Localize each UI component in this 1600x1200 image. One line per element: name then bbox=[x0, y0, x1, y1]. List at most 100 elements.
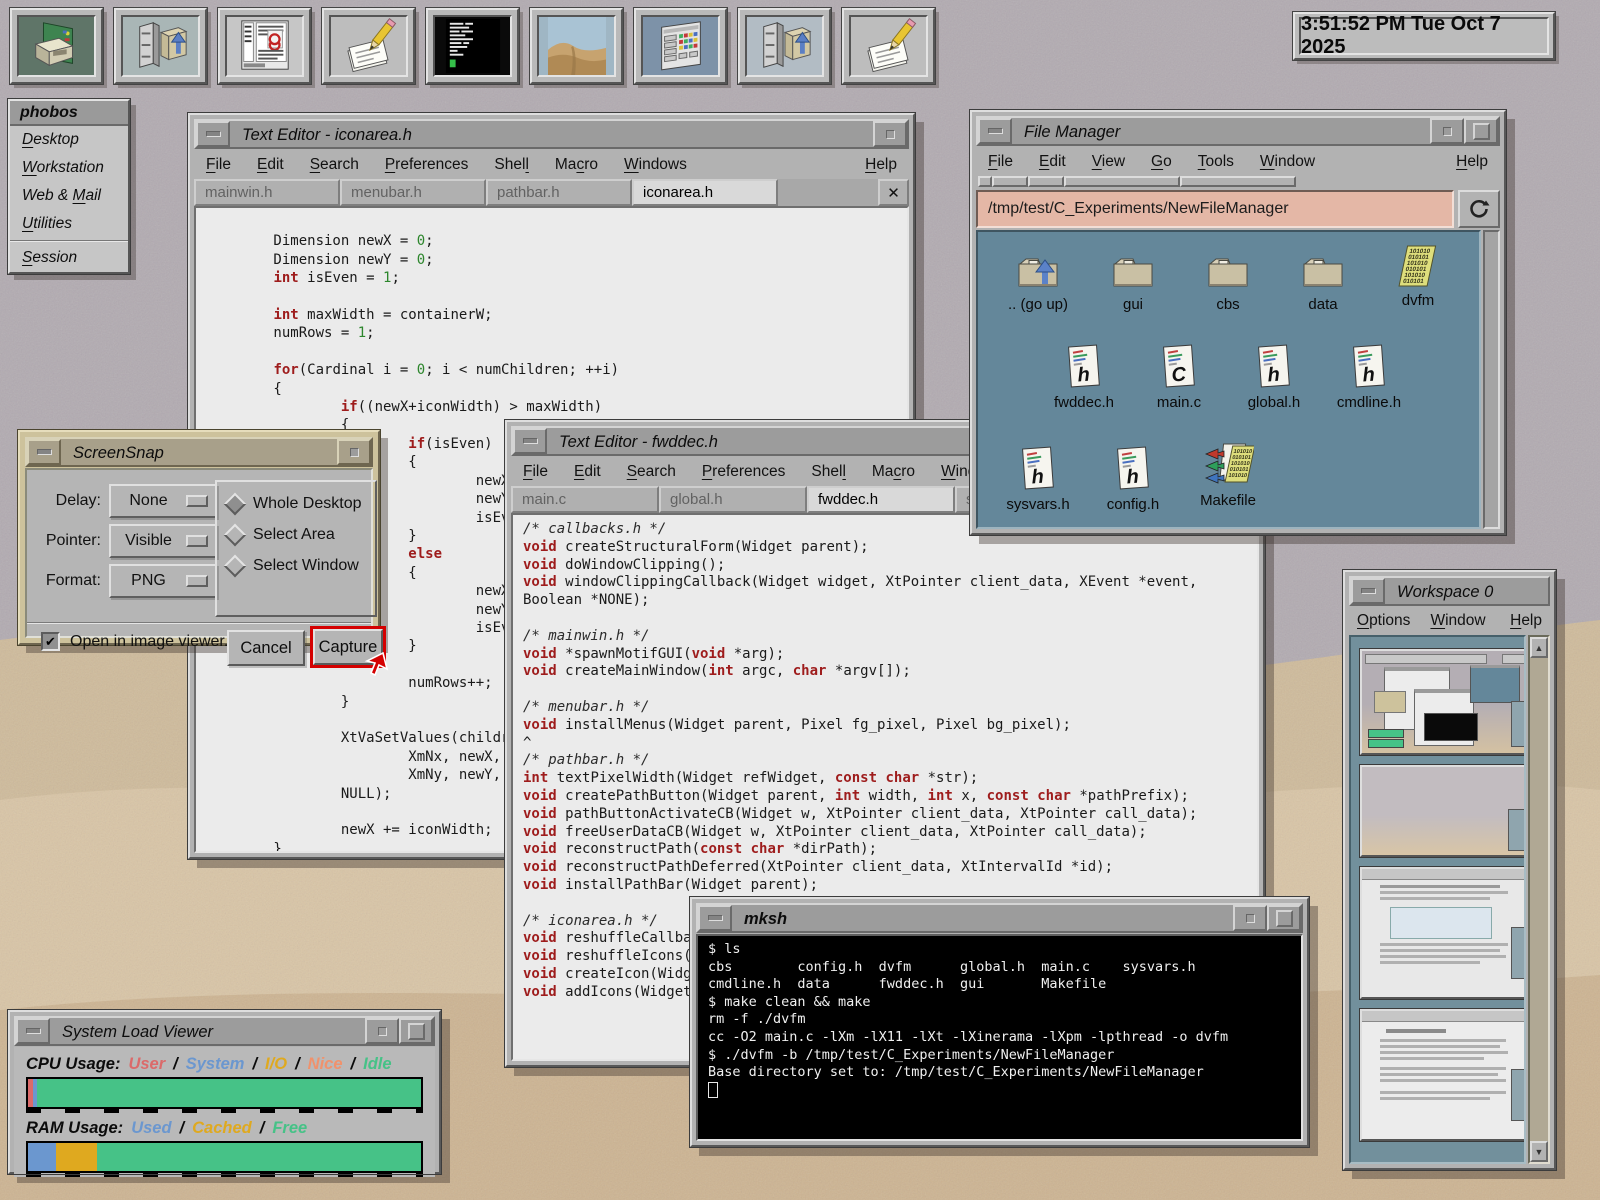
menu-edit[interactable]: Edit bbox=[574, 463, 601, 481]
file-manager-scrollbar[interactable] bbox=[1483, 230, 1500, 529]
titlebar[interactable]: System Load Viewer bbox=[14, 1016, 435, 1046]
path-segment-button[interactable] bbox=[1180, 176, 1296, 187]
file-item-global-h[interactable]: h global.h bbox=[1226, 346, 1322, 411]
menu-go[interactable]: Go bbox=[1151, 153, 1172, 171]
terminal-screen[interactable]: $ ls cbs config.h dvfm global.h main.c s… bbox=[696, 934, 1303, 1141]
window-menu-button[interactable] bbox=[16, 1018, 50, 1044]
window-menu-button[interactable] bbox=[27, 439, 61, 465]
dock-item-document-viewer[interactable] bbox=[218, 8, 311, 84]
titlebar[interactable]: Text Editor - iconarea.h bbox=[194, 119, 909, 149]
open-in-viewer-checkbox[interactable]: ✔ bbox=[41, 632, 60, 651]
minimize-button[interactable] bbox=[873, 121, 907, 147]
tab-fwddec-h[interactable]: fwddec.h bbox=[807, 486, 955, 513]
dock-item-image-viewer[interactable] bbox=[530, 8, 623, 84]
cancel-button[interactable]: Cancel bbox=[227, 630, 305, 666]
tab-close-button[interactable]: ✕ bbox=[878, 179, 909, 206]
menu-help[interactable]: Help bbox=[865, 156, 897, 174]
titlebar[interactable]: ScreenSnap bbox=[25, 437, 373, 467]
menu-preferences[interactable]: Preferences bbox=[702, 463, 786, 481]
maximize-button[interactable] bbox=[1464, 118, 1498, 144]
tab-main-c[interactable]: main.c bbox=[511, 486, 659, 513]
titlebar[interactable]: Workspace 0 bbox=[1349, 576, 1550, 606]
radio-whole-desktop[interactable]: Whole Desktop bbox=[227, 495, 375, 513]
menu-shell[interactable]: Shell bbox=[811, 463, 845, 481]
menu-macro[interactable]: Macro bbox=[872, 463, 915, 481]
file-item-cmdline-h[interactable]: h cmdline.h bbox=[1321, 346, 1417, 411]
file-item-main-c[interactable]: C main.c bbox=[1131, 346, 1227, 411]
menu-window[interactable]: Window bbox=[1430, 612, 1485, 630]
menu-search[interactable]: Search bbox=[627, 463, 676, 481]
minimize-button[interactable] bbox=[365, 1018, 399, 1044]
path-segment-button[interactable] bbox=[1028, 176, 1064, 187]
workspace-thumbnail-2[interactable] bbox=[1360, 765, 1526, 857]
dock-item-media-drive[interactable] bbox=[10, 8, 103, 84]
file-item-config-h[interactable]: h config.h bbox=[1085, 448, 1181, 513]
window-menu-button[interactable] bbox=[196, 121, 230, 147]
path-segment-button[interactable] bbox=[992, 176, 1028, 187]
menu-edit[interactable]: Edit bbox=[257, 156, 284, 174]
scrollbar-track[interactable] bbox=[1530, 658, 1548, 1141]
file-item-gui[interactable]: gui bbox=[1085, 248, 1181, 313]
menu-tools[interactable]: Tools bbox=[1198, 153, 1234, 171]
menu-file[interactable]: File bbox=[523, 463, 548, 481]
menu-item-utilities[interactable]: Utilities bbox=[10, 210, 128, 238]
workspace-thumbnail-4[interactable] bbox=[1360, 1009, 1526, 1141]
dock-item-text-editor[interactable] bbox=[322, 8, 415, 84]
file-item-sysvars-h[interactable]: h sysvars.h bbox=[990, 448, 1086, 513]
menu-help[interactable]: Help bbox=[1456, 153, 1488, 171]
tab-menubar-h[interactable]: menubar.h bbox=[340, 179, 486, 206]
file-item-dvfm[interactable]: 101010010101101010 010101101010010101 dv… bbox=[1370, 244, 1466, 309]
dock-item-icon-editor[interactable] bbox=[634, 8, 727, 84]
minimize-button[interactable] bbox=[1430, 118, 1464, 144]
file-icon-area[interactable]: .. (go up) gui cbs bbox=[976, 230, 1481, 529]
capture-button[interactable]: Capture bbox=[313, 629, 383, 665]
menu-help[interactable]: Help bbox=[1510, 612, 1542, 630]
menu-preferences[interactable]: Preferences bbox=[385, 156, 469, 174]
minimize-button[interactable] bbox=[1233, 905, 1267, 931]
pointer-dropdown[interactable]: Visible bbox=[109, 524, 217, 558]
delay-dropdown[interactable]: None bbox=[109, 484, 217, 518]
titlebar[interactable]: mksh bbox=[696, 903, 1303, 933]
minimize-button[interactable] bbox=[337, 439, 371, 465]
menu-file[interactable]: File bbox=[988, 153, 1013, 171]
maximize-button[interactable] bbox=[1267, 905, 1301, 931]
menu-edit[interactable]: Edit bbox=[1039, 153, 1066, 171]
file-item-cbs[interactable]: cbs bbox=[1180, 248, 1276, 313]
tab-global-h[interactable]: global.h bbox=[659, 486, 807, 513]
scroll-down-icon[interactable]: ▼ bbox=[1530, 1141, 1548, 1162]
radio-select-window[interactable]: Select Window bbox=[227, 557, 375, 575]
window-menu-button[interactable] bbox=[513, 428, 547, 454]
menu-macro[interactable]: Macro bbox=[555, 156, 598, 174]
menu-item-workstation[interactable]: Workstation bbox=[10, 154, 128, 182]
menu-options[interactable]: Options bbox=[1357, 612, 1410, 630]
window-menu-button[interactable] bbox=[978, 118, 1012, 144]
menu-item-desktop[interactable]: Desktop bbox=[10, 126, 128, 154]
menu-search[interactable]: Search bbox=[310, 156, 359, 174]
menu-item-web-mail[interactable]: Web & Mail bbox=[10, 182, 128, 210]
tab-mainwin-h[interactable]: mainwin.h bbox=[194, 179, 340, 206]
maximize-button[interactable] bbox=[399, 1018, 433, 1044]
refresh-button[interactable] bbox=[1458, 190, 1500, 228]
path-segment-button[interactable] bbox=[978, 176, 992, 187]
tab-pathbar-h[interactable]: pathbar.h bbox=[486, 179, 632, 206]
dock-item-file-manager[interactable] bbox=[114, 8, 207, 84]
menu-windows[interactable]: Windows bbox=[624, 156, 687, 174]
workspace-scrollbar[interactable]: ▲ ▼ bbox=[1528, 635, 1550, 1164]
scroll-up-icon[interactable]: ▲ bbox=[1530, 637, 1548, 658]
dock-item-terminal[interactable] bbox=[426, 8, 519, 84]
menu-view[interactable]: View bbox=[1092, 153, 1125, 171]
window-menu-button[interactable] bbox=[1351, 578, 1385, 604]
menu-window[interactable]: Window bbox=[1260, 153, 1315, 171]
address-field[interactable]: /tmp/test/C_Experiments/NewFileManager bbox=[976, 190, 1454, 228]
path-segment-button[interactable] bbox=[1064, 176, 1180, 187]
radio-select-area[interactable]: Select Area bbox=[227, 526, 375, 544]
window-menu-button[interactable] bbox=[698, 905, 732, 931]
dock-item-file-manager-2[interactable] bbox=[738, 8, 831, 84]
titlebar[interactable]: File Manager bbox=[976, 116, 1500, 146]
workspace-thumbnail-3[interactable] bbox=[1360, 867, 1526, 999]
menu-file[interactable]: File bbox=[206, 156, 231, 174]
menu-shell[interactable]: Shell bbox=[494, 156, 528, 174]
file-item-data[interactable]: data bbox=[1275, 248, 1371, 313]
tab-iconarea-h[interactable]: iconarea.h bbox=[632, 179, 778, 206]
dock-item-text-editor-2[interactable] bbox=[842, 8, 935, 84]
